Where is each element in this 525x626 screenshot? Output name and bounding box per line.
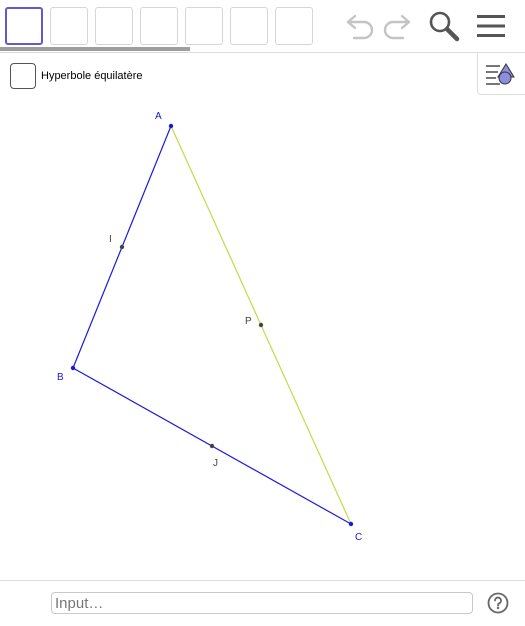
label-j: J [213, 458, 218, 469]
help-icon[interactable] [487, 592, 509, 614]
graphics-view[interactable]: A B C I J P [0, 0, 525, 580]
label-p: P [245, 316, 252, 327]
label-b: B [57, 372, 64, 383]
label-a: A [155, 111, 162, 122]
point-a[interactable] [168, 123, 174, 129]
point-p[interactable] [258, 322, 264, 328]
point-j[interactable] [209, 443, 215, 449]
label-c: C [355, 532, 362, 543]
point-c[interactable] [348, 521, 354, 527]
label-i: I [109, 234, 112, 245]
point-i[interactable] [119, 244, 125, 250]
algebra-input[interactable] [51, 592, 473, 614]
input-bar [0, 580, 525, 626]
point-b[interactable] [70, 365, 76, 371]
